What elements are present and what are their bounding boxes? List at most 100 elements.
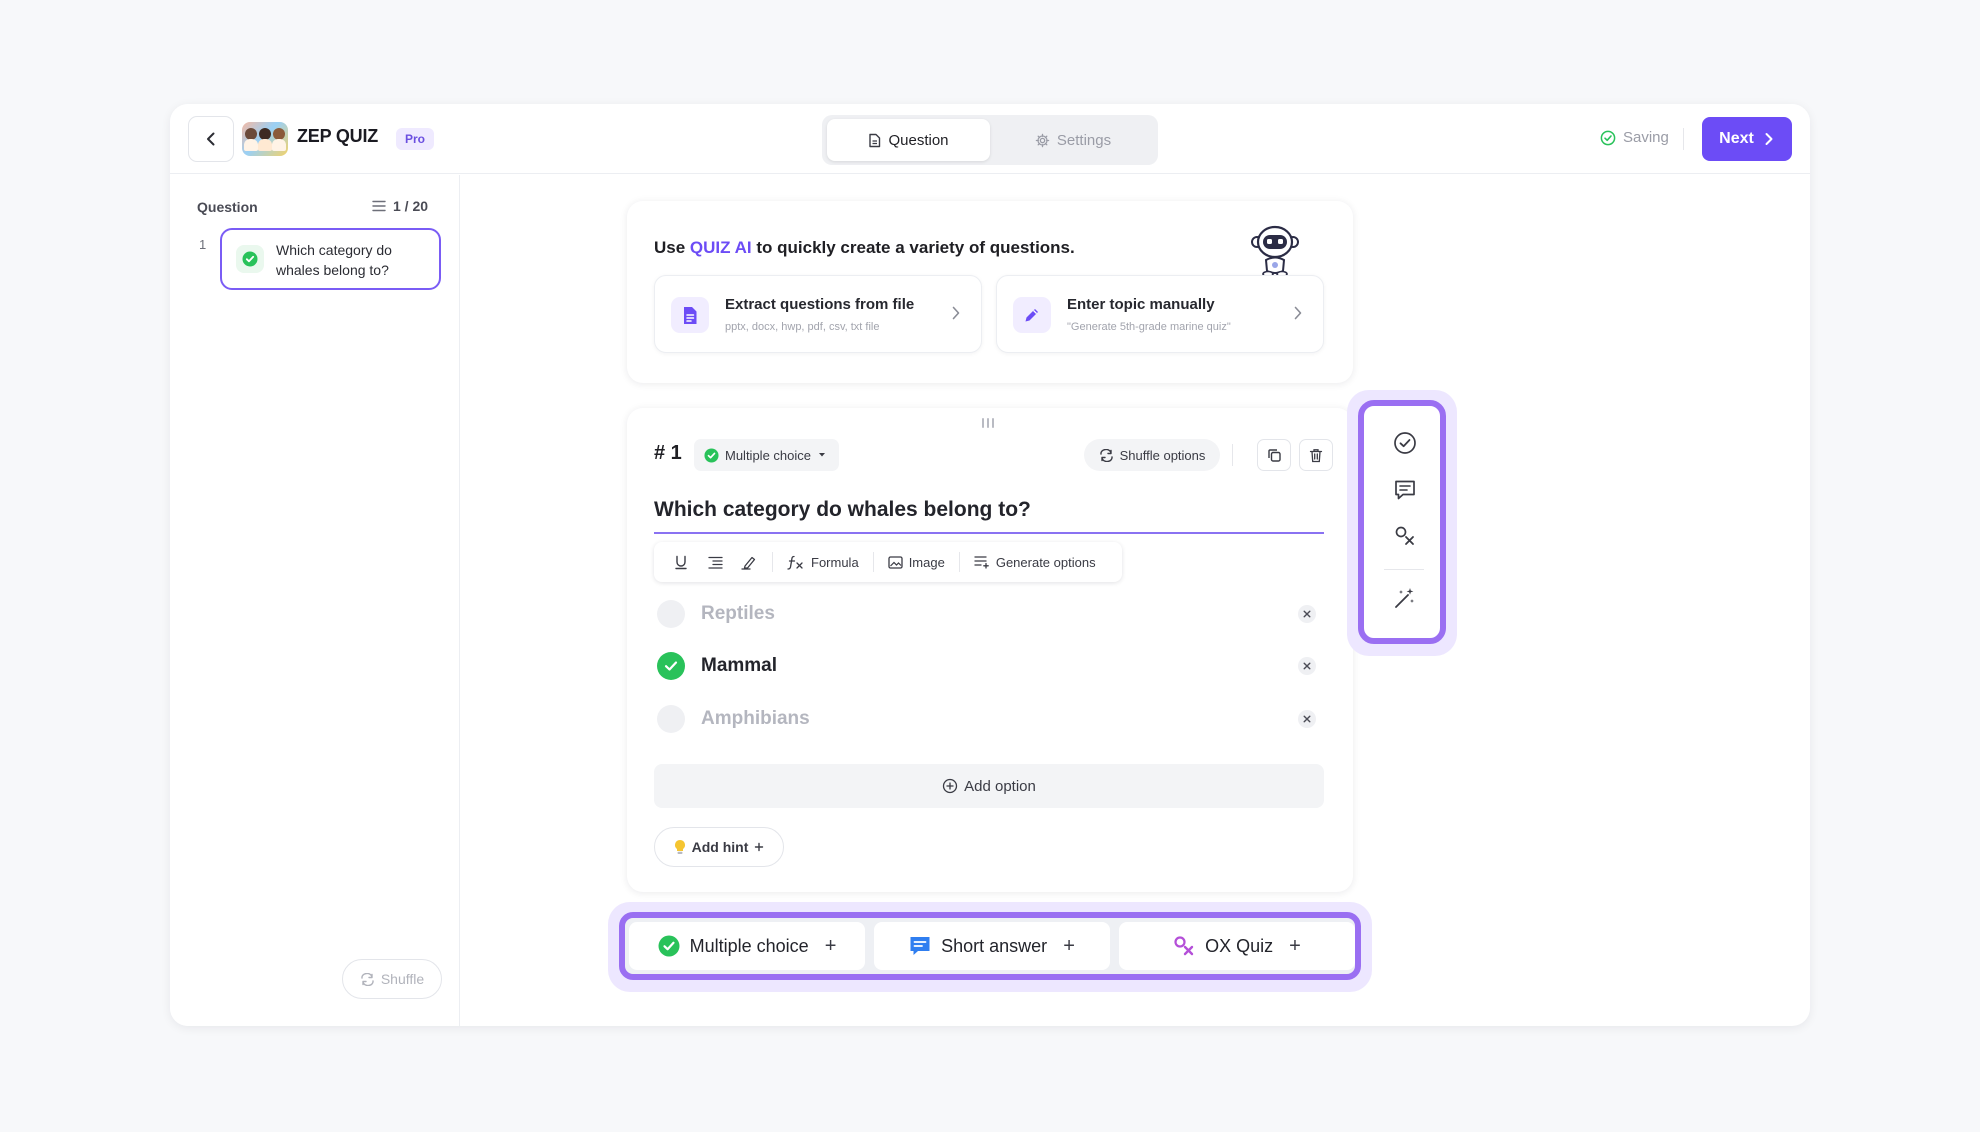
close-icon (1303, 715, 1311, 723)
highlighter-icon (741, 556, 756, 570)
document-icon (869, 133, 881, 147)
generate-list-icon (974, 556, 989, 569)
multiple-choice-type-button[interactable] (1392, 430, 1418, 456)
caret-down-icon (819, 453, 825, 457)
option-radio[interactable] (657, 600, 685, 628)
drag-handle[interactable] (982, 418, 994, 428)
question-count-label: 1 / 20 (393, 198, 429, 214)
tab-settings-label: Settings (1056, 131, 1112, 149)
ai-generate-button[interactable] (1392, 585, 1418, 611)
mode-tabs: Question Settings (822, 115, 1158, 165)
delete-button[interactable] (1299, 439, 1333, 471)
option-label[interactable]: Mammal (701, 655, 777, 677)
shuffle-icon (1099, 448, 1113, 462)
formula-label: Formula (811, 554, 859, 570)
function-icon (787, 555, 803, 570)
ox-quiz-type-button[interactable] (1392, 523, 1418, 549)
chevron-left-icon (207, 132, 215, 146)
option-label[interactable]: Amphibians (701, 708, 810, 730)
add-question-type-bar: Multiple choice + Short answer + OX Quiz… (619, 912, 1361, 980)
option-radio[interactable] (657, 705, 685, 733)
chevron-right-icon (1765, 133, 1773, 145)
image-icon (888, 555, 903, 569)
plus-icon: + (1063, 934, 1075, 957)
option-label[interactable]: Reptiles (701, 603, 775, 625)
lightbulb-icon (674, 840, 685, 854)
top-bar: ZEP QUIZ Pro Question Settings Saving Ne… (170, 104, 1810, 174)
ox-icon (1174, 936, 1194, 956)
quiz-ai-title: Use QUIZ AI to quickly create a variety … (654, 238, 1075, 258)
answer-option: Amphibians (654, 697, 1324, 741)
divider (1683, 128, 1684, 150)
image-label: Image (908, 554, 945, 570)
divider (1384, 569, 1424, 570)
ai-option-subtitle: "Generate 5th-grade marine quiz" (1067, 321, 1231, 333)
question-type-label: Multiple choice (725, 447, 811, 463)
short-answer-type-button[interactable] (1392, 477, 1418, 503)
ai-option-icon (1013, 297, 1051, 333)
question-sidebar: Question 1 / 20 1 Which category do whal… (170, 175, 460, 1026)
robot-icon (1251, 225, 1299, 278)
underline-button[interactable] (664, 555, 698, 570)
divider (872, 552, 874, 572)
add-short-answer-button[interactable]: Short answer + (874, 922, 1110, 970)
plus-icon: + (824, 934, 837, 957)
next-button-label: Next (1719, 130, 1754, 147)
add-ox-quiz-label: OX Quiz (1205, 935, 1274, 956)
sidebar-item-label: Which category do whales belong to? (276, 242, 392, 278)
enter-topic-option[interactable]: Enter topic manually "Generate 5th-grade… (996, 275, 1324, 353)
duplicate-button[interactable] (1257, 439, 1291, 471)
quiz-ai-highlight: QUIZ AI (689, 238, 752, 257)
list-button[interactable] (698, 556, 732, 569)
add-multiple-choice-label: Multiple choice (689, 935, 809, 956)
list-icon (372, 200, 386, 212)
close-icon (1303, 610, 1311, 618)
ai-option-subtitle: pptx, docx, hwp, pdf, csv, txt file (725, 321, 880, 333)
magic-wand-icon (1395, 588, 1414, 608)
next-button[interactable]: Next (1702, 117, 1792, 161)
check-circle-icon (704, 447, 719, 463)
add-short-answer-label: Short answer (941, 935, 1048, 956)
answer-option: Reptiles (654, 592, 1324, 636)
shuffle-button[interactable]: Shuffle (342, 959, 442, 999)
check-circle-icon (1394, 432, 1416, 454)
floating-question-type-bar (1358, 400, 1446, 644)
save-status: Saving (1600, 129, 1669, 146)
remove-option-button[interactable] (1298, 605, 1316, 623)
highlight-button[interactable] (732, 555, 766, 570)
plus-circle-icon (942, 778, 958, 794)
extract-from-file-option[interactable]: Extract questions from file pptx, docx, … (654, 275, 982, 353)
chevron-right-icon (952, 306, 960, 320)
file-icon (684, 306, 697, 324)
image-button[interactable]: Image (880, 555, 953, 570)
pencil-icon (1025, 309, 1038, 322)
add-hint-button[interactable]: Add hint (654, 827, 784, 867)
question-type-dropdown[interactable]: Multiple choice (694, 439, 839, 471)
remove-option-button[interactable] (1298, 710, 1316, 728)
question-number: # 1 (654, 442, 682, 464)
plus-icon: + (1289, 934, 1301, 957)
question-text-input[interactable]: Which category do whales belong to? (654, 498, 1324, 534)
shuffle-options-button[interactable]: Shuffle options (1084, 439, 1220, 471)
shuffle-icon (361, 972, 374, 986)
formula-button[interactable]: Formula (779, 555, 867, 570)
quiz-ai-title-suffix: to quickly create a variety of questions… (751, 238, 1075, 257)
add-multiple-choice-button[interactable]: Multiple choice + (629, 922, 865, 970)
trash-icon (1309, 448, 1323, 462)
back-button[interactable] (188, 116, 234, 162)
divider (1232, 444, 1233, 466)
add-option-button[interactable]: Add option (654, 764, 1324, 808)
answer-option: Mammal (654, 644, 1324, 688)
remove-option-button[interactable] (1298, 657, 1316, 675)
tab-question[interactable]: Question (827, 119, 990, 161)
tab-settings[interactable]: Settings (992, 119, 1154, 161)
pro-badge: Pro (396, 128, 435, 150)
quiz-ai-title-prefix: Use (654, 238, 690, 257)
question-count: 1 / 20 (372, 198, 428, 214)
generate-options-button[interactable]: Generate options (966, 555, 1104, 570)
add-ox-quiz-button[interactable]: OX Quiz + (1119, 922, 1355, 970)
option-radio-selected[interactable] (657, 652, 685, 680)
quiz-editor-window: ZEP QUIZ Pro Question Settings Saving Ne… (170, 104, 1810, 1026)
sidebar-item-question-1[interactable]: Which category do whales belong to? (220, 228, 441, 290)
ai-option-title: Extract questions from file (725, 296, 915, 313)
